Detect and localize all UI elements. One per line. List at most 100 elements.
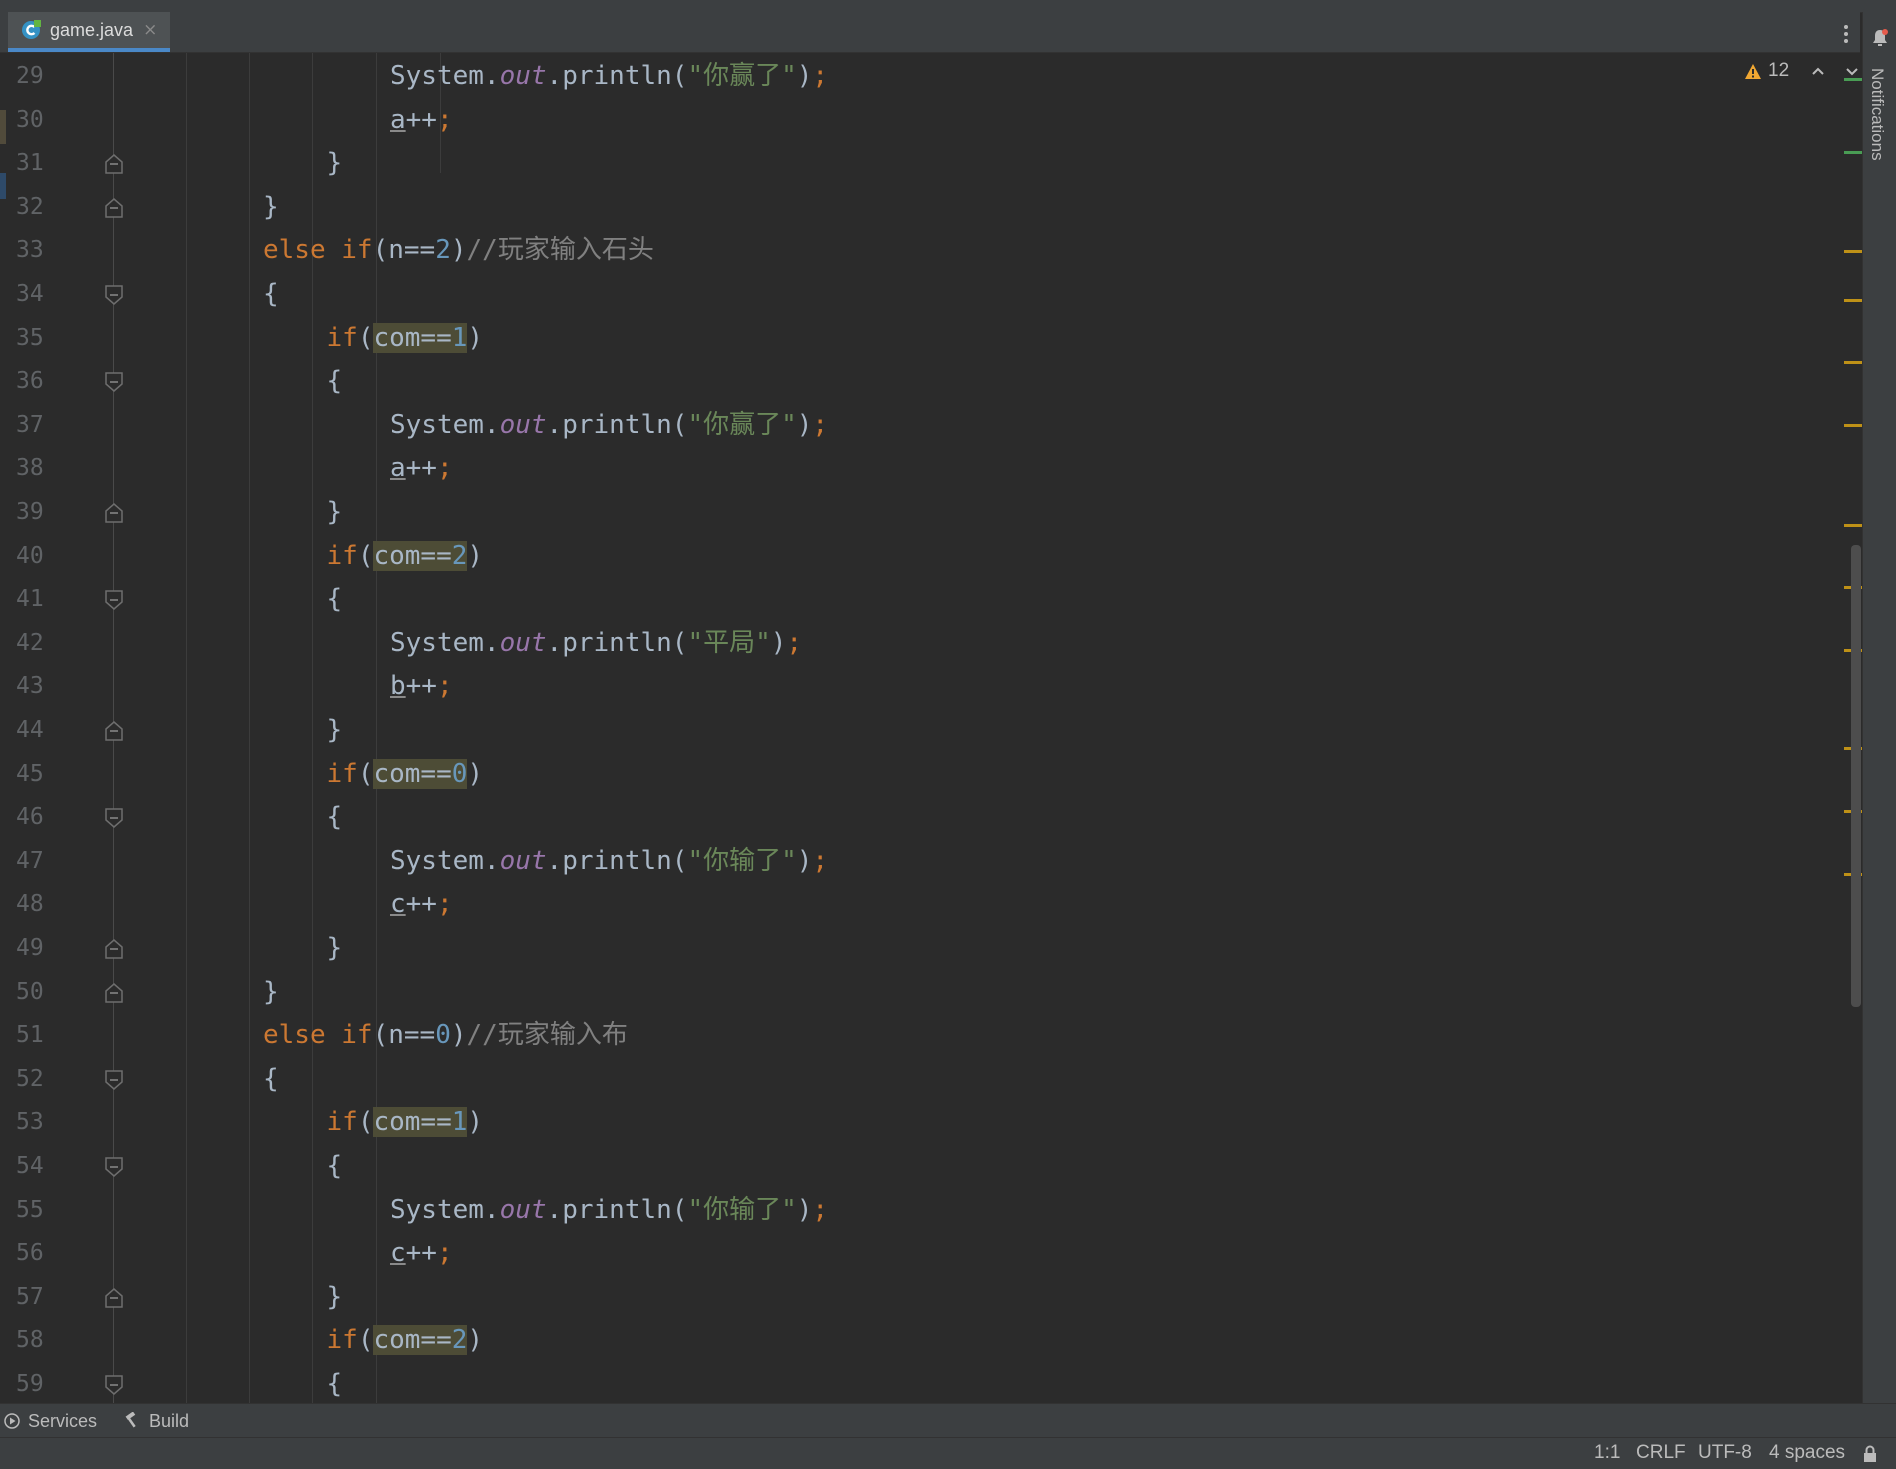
code-editor[interactable]: System.out.println("你赢了"); a++;}} else if(… (186, 53, 1846, 1403)
line-number[interactable]: 55 (16, 1189, 76, 1233)
code-line[interactable]: } (327, 927, 343, 971)
warning-stripe-mark[interactable] (1844, 424, 1862, 427)
code-line[interactable]: a++; (390, 99, 453, 143)
fold-end-icon[interactable] (105, 721, 123, 741)
fold-start-icon[interactable] (105, 1375, 123, 1395)
line-number[interactable]: 46 (16, 796, 76, 840)
line-number[interactable]: 49 (16, 927, 76, 971)
code-line[interactable]: { (263, 1058, 279, 1102)
line-number[interactable]: 33 (16, 229, 76, 273)
indent-setting[interactable]: 4 spaces (1769, 1442, 1845, 1464)
code-line[interactable]: } (327, 491, 343, 535)
line-number[interactable]: 39 (16, 491, 76, 535)
more-options-icon[interactable] (1836, 22, 1856, 48)
code-line[interactable]: { (327, 1145, 343, 1189)
services-tool-window[interactable]: Services (4, 1411, 97, 1432)
lock-icon[interactable] (1862, 1445, 1878, 1463)
fold-start-icon[interactable] (105, 590, 123, 611)
code-line[interactable]: System.out.println("你输了"); (390, 1189, 828, 1233)
line-number[interactable]: 42 (16, 622, 76, 666)
line-number[interactable]: 47 (16, 840, 76, 884)
code-line[interactable]: { (327, 578, 343, 622)
code-line[interactable]: { (327, 1363, 343, 1403)
tab-game-java[interactable]: game.java × (8, 12, 170, 52)
vertical-scrollbar-thumb[interactable] (1851, 545, 1861, 1007)
line-number[interactable]: 45 (16, 753, 76, 797)
line-number[interactable]: 50 (16, 971, 76, 1015)
code-line[interactable]: System.out.println("你输了"); (390, 840, 828, 884)
code-line[interactable]: } (327, 142, 343, 186)
warning-stripe-mark[interactable] (1844, 250, 1862, 253)
code-line[interactable]: System.out.println("平局"); (390, 622, 802, 666)
fold-start-icon[interactable] (105, 1070, 123, 1090)
line-number[interactable]: 40 (16, 535, 76, 579)
line-number[interactable]: 53 (16, 1101, 76, 1145)
line-number[interactable]: 34 (16, 273, 76, 317)
code-line[interactable]: { (327, 796, 343, 840)
code-line[interactable]: if(com==2) (327, 535, 483, 579)
line-number[interactable]: 59 (16, 1363, 76, 1407)
code-line[interactable]: a++; (390, 447, 453, 491)
code-line[interactable]: if(com==1) (327, 1101, 483, 1145)
code-line[interactable]: if(com==0) (327, 753, 483, 797)
fold-end-icon[interactable] (105, 939, 123, 959)
code-line[interactable]: } (327, 709, 343, 753)
line-number[interactable]: 48 (16, 883, 76, 927)
fold-end-icon[interactable] (105, 982, 123, 1003)
line-number[interactable]: 32 (16, 186, 76, 230)
line-number[interactable]: 35 (16, 317, 76, 361)
line-number[interactable]: 30 (16, 99, 76, 143)
fold-end-icon[interactable] (105, 1287, 123, 1308)
code-line[interactable]: c++; (390, 883, 453, 927)
warning-stripe-mark[interactable] (1844, 299, 1862, 302)
code-line[interactable]: if(com==1) (327, 317, 483, 361)
line-number[interactable]: 43 (16, 665, 76, 709)
line-number[interactable]: 29 (16, 55, 76, 99)
line-number[interactable]: 58 (16, 1319, 76, 1363)
notifications-tool-window[interactable]: Notifications (1867, 68, 1887, 161)
line-number[interactable]: 52 (16, 1058, 76, 1102)
fold-end-icon[interactable] (105, 503, 123, 523)
code-line[interactable]: if(com==2) (327, 1319, 483, 1363)
close-tab-icon[interactable]: × (143, 20, 157, 40)
code-line[interactable]: System.out.println("你赢了"); (390, 404, 828, 448)
fold-start-icon[interactable] (105, 808, 123, 829)
change-stripe-mark[interactable] (1844, 78, 1862, 81)
line-number[interactable]: 54 (16, 1145, 76, 1189)
code-line[interactable]: } (263, 971, 279, 1015)
line-number[interactable]: 51 (16, 1014, 76, 1058)
warning-stripe-mark[interactable] (1844, 524, 1862, 527)
fold-start-icon[interactable] (105, 372, 123, 393)
warning-stripe-mark[interactable] (1844, 361, 1862, 364)
code-line[interactable]: } (327, 1276, 343, 1320)
code-token: out (499, 845, 547, 876)
build-tool-window[interactable]: Build (123, 1411, 189, 1432)
fold-start-icon[interactable] (105, 1157, 123, 1177)
line-separator[interactable]: CRLF (1636, 1442, 1686, 1464)
line-number[interactable]: 56 (16, 1232, 76, 1276)
code-line[interactable]: else if(n==2)//玩家输入石头 (263, 229, 654, 273)
code-line[interactable]: else if(n==0)//玩家输入布 (263, 1014, 628, 1058)
notifications-bell-icon[interactable] (1871, 28, 1889, 48)
line-number[interactable]: 41 (16, 578, 76, 622)
previous-highlight-icon[interactable] (1809, 62, 1827, 80)
caret-position[interactable]: 1:1 (1594, 1442, 1620, 1464)
line-number[interactable]: 44 (16, 709, 76, 753)
change-stripe-mark[interactable] (1844, 151, 1862, 154)
code-line[interactable]: { (327, 360, 343, 404)
line-number[interactable]: 31 (16, 142, 76, 186)
file-encoding[interactable]: UTF-8 (1698, 1442, 1752, 1464)
line-number[interactable]: 57 (16, 1276, 76, 1320)
line-number[interactable]: 36 (16, 360, 76, 404)
code-line[interactable]: b++; (390, 665, 453, 709)
code-line[interactable]: } (263, 186, 279, 230)
code-line[interactable]: System.out.println("你赢了"); (390, 55, 828, 99)
line-number[interactable]: 38 (16, 447, 76, 491)
line-number[interactable]: 37 (16, 404, 76, 448)
code-line[interactable]: c++; (390, 1232, 453, 1276)
code-token: 2 (451, 540, 468, 571)
fold-end-icon[interactable] (105, 197, 123, 218)
fold-start-icon[interactable] (105, 285, 123, 305)
fold-end-icon[interactable] (105, 154, 123, 174)
code-line[interactable]: { (263, 273, 279, 317)
